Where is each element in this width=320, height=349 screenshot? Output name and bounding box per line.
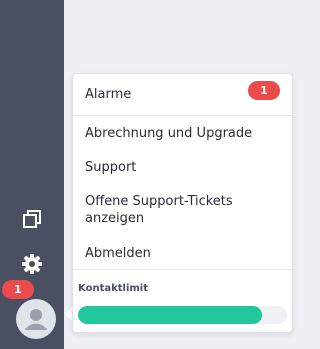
contact-limit-progress-fill (78, 306, 262, 324)
gear-icon[interactable] (20, 252, 44, 276)
menu-item-billing-upgrade[interactable]: Abrechnung und Upgrade (73, 125, 292, 142)
alarme-count-badge: 1 (248, 81, 280, 100)
account-menu: Alarme 1 Abrechnung und Upgrade Support … (72, 73, 293, 333)
windows-icon[interactable] (20, 207, 44, 231)
menu-divider (73, 269, 292, 270)
menu-divider (73, 115, 292, 116)
menu-item-open-support-tickets[interactable]: Offene Support-Tickets anzeigen (73, 193, 255, 227)
contact-limit-progress-bar (78, 306, 287, 324)
menu-item-support[interactable]: Support (73, 159, 292, 176)
user-avatar-icon[interactable] (16, 299, 56, 339)
contact-limit-label: Kontaktlimit (78, 283, 149, 294)
avatar-notification-badge: 1 (2, 280, 34, 299)
menu-item-logout[interactable]: Abmelden (73, 245, 292, 262)
menu-item-alarme-label: Alarme (85, 87, 132, 102)
